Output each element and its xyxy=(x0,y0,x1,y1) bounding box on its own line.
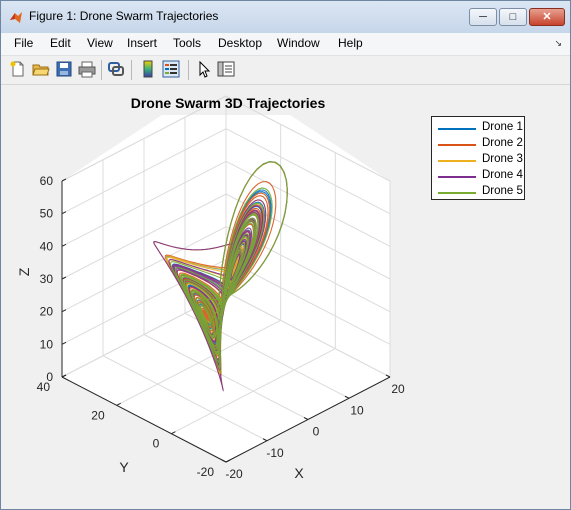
legend-label: Drone 4 xyxy=(482,169,523,181)
z-tick-label: 50 xyxy=(40,207,54,221)
y-tick-label: 40 xyxy=(37,380,51,394)
y-tick-label: 20 xyxy=(91,408,105,422)
z-tick-label: 10 xyxy=(40,337,54,351)
x-tick-label: -10 xyxy=(266,446,284,460)
z-tick-label: 30 xyxy=(40,272,54,286)
legend-item: Drone 1 xyxy=(436,120,524,136)
legend-item: Drone 2 xyxy=(436,136,524,152)
legend-item: Drone 5 xyxy=(436,184,524,200)
z-axis-label: Z xyxy=(16,267,32,276)
legend-label: Drone 2 xyxy=(482,137,523,149)
legend-item: Drone 3 xyxy=(436,152,524,168)
z-tick-label: 40 xyxy=(40,239,54,253)
x-axis-label: X xyxy=(294,465,304,481)
legend-label: Drone 3 xyxy=(482,153,523,165)
legend-label: Drone 5 xyxy=(482,185,523,197)
legend-swatch xyxy=(438,160,476,162)
z-tick-label: 20 xyxy=(40,305,54,319)
y-axis-label: Y xyxy=(119,459,129,475)
legend-swatch xyxy=(438,176,476,178)
legend-label: Drone 1 xyxy=(482,121,523,133)
chart-title: Drone Swarm 3D Trajectories xyxy=(130,95,326,111)
x-tick-label: 0 xyxy=(313,425,320,439)
x-tick-label: 10 xyxy=(350,403,364,417)
x-tick-label: -20 xyxy=(225,467,243,481)
y-tick-label: -20 xyxy=(197,465,215,479)
legend-swatch xyxy=(438,128,476,130)
y-tick-label: 0 xyxy=(153,437,160,451)
z-tick-label: 60 xyxy=(40,174,54,188)
legend-swatch xyxy=(438,144,476,146)
x-tick-label: 20 xyxy=(391,382,405,396)
legend[interactable]: Drone 1 Drone 2 Drone 3 Drone 4 Drone 5 xyxy=(431,116,525,200)
legend-item: Drone 4 xyxy=(436,168,524,184)
legend-swatch xyxy=(438,192,476,194)
axes-3d[interactable]: 0102030405060-2002040-20-1001020 Z Y X xyxy=(0,0,571,510)
